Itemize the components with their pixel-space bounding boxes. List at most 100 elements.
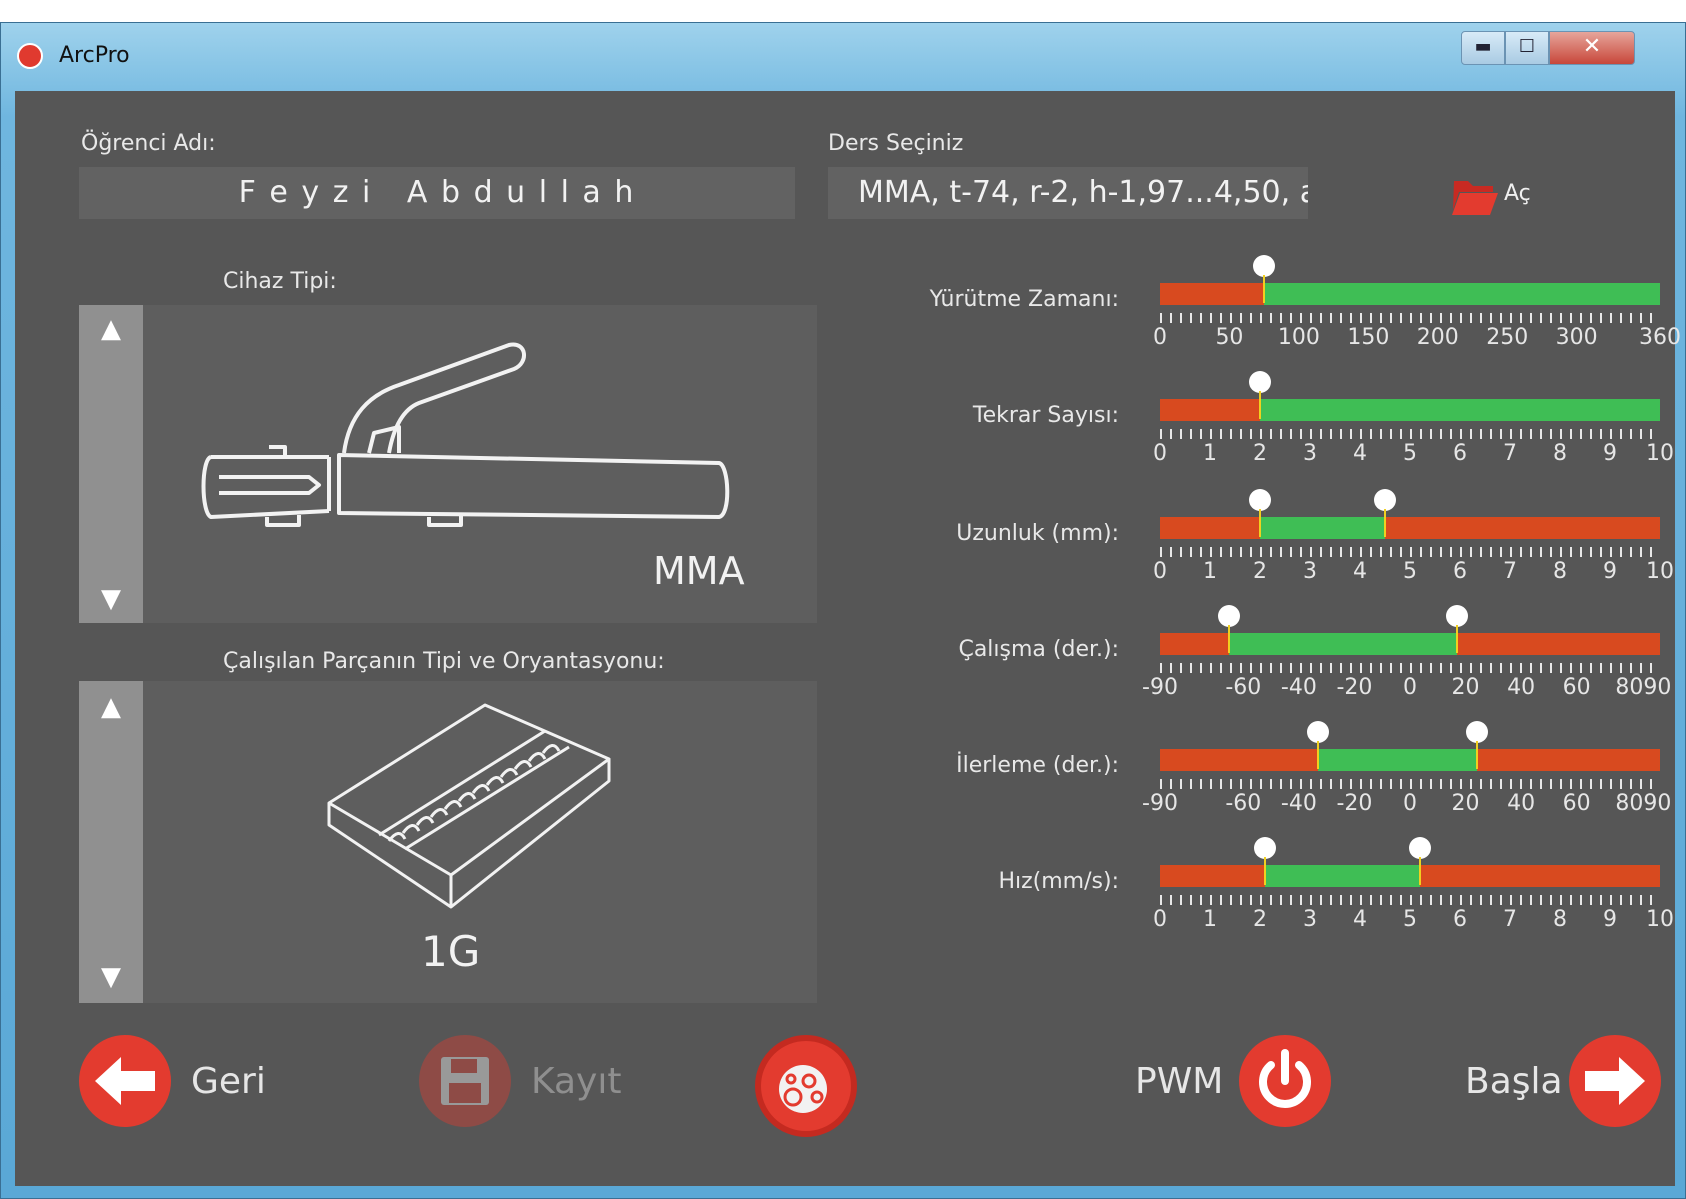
slider-track[interactable] (1160, 489, 1660, 539)
tick-label: 3 (1303, 907, 1317, 932)
tick-label: 5 (1403, 907, 1417, 932)
settings-icon (779, 1065, 827, 1113)
tick-label: 2 (1253, 441, 1267, 466)
tick-label: 100 (1277, 325, 1320, 350)
start-button[interactable]: Başla (1465, 1035, 1665, 1135)
tick-label: 20 (1451, 791, 1480, 816)
tick-label: 200 (1416, 325, 1459, 350)
slider-thumb-low[interactable] (1254, 837, 1276, 885)
client-area: Öğrenci Adı: F e y z i A b d u l l a h D… (15, 91, 1681, 1186)
slider-row: Uzunluk (mm): 0 1 2 3 4 5 6 7 8 9 10 (15, 489, 1675, 605)
tick-label: 5 (1403, 441, 1417, 466)
tick-label: 60 (1562, 791, 1591, 816)
start-label: Başla (1465, 1061, 1563, 1102)
tick-label: 20 (1451, 675, 1480, 700)
tick-label: 40 (1507, 791, 1536, 816)
tick-label: 6 (1453, 559, 1467, 584)
student-name-label: Öğrenci Adı: (81, 131, 216, 156)
slider-thumb-high[interactable] (1409, 837, 1431, 885)
tick-label: 10 (1646, 441, 1674, 466)
maximize-button[interactable]: ☐ (1505, 31, 1549, 65)
forward-arrow-icon (1569, 1035, 1661, 1127)
slider-thumb-high[interactable] (1446, 605, 1469, 653)
pwm-label: PWM (1135, 1061, 1224, 1102)
tick-label: 360 (1639, 325, 1681, 350)
tick-label: 7 (1503, 559, 1517, 584)
tick-label: 6 (1453, 441, 1467, 466)
tick-label: 7 (1503, 907, 1517, 932)
slider-label: Çalışma (der.): (958, 637, 1119, 662)
pwm-button[interactable]: PWM (1127, 1035, 1347, 1135)
slider-label: İlerleme (der.): (956, 753, 1119, 778)
folder-open-icon (1452, 181, 1498, 215)
tick-label: 300 (1555, 325, 1598, 350)
slider-ticks (1160, 429, 1660, 439)
tick-label: 8090 (1615, 791, 1672, 816)
tick-label: 9 (1603, 559, 1617, 584)
tick-label: 2 (1253, 559, 1267, 584)
slider-track[interactable] (1160, 255, 1660, 305)
title-bar[interactable]: ArcPro ▬ ☐ ✕ (1, 23, 1685, 89)
slider-track[interactable] (1160, 721, 1660, 771)
slider-thumb-high[interactable] (1374, 489, 1396, 537)
tick-label: 250 (1486, 325, 1529, 350)
tick-label: -60 (1225, 675, 1262, 700)
student-name-field[interactable]: F e y z i A b d u l l a h (79, 167, 795, 219)
slider-thumb-low[interactable] (1249, 489, 1271, 537)
tick-label: 1 (1203, 559, 1217, 584)
slider-ticks (1160, 547, 1660, 557)
open-button[interactable]: Aç (1450, 173, 1560, 217)
save-label: Kayıt (531, 1061, 622, 1102)
save-button[interactable]: Kayıt (419, 1035, 622, 1135)
tick-label: 8 (1553, 559, 1567, 584)
slider-row: Yürütme Zamanı: 0 50 100 150 200 250 300 360 (15, 255, 1681, 371)
tick-label: 1 (1203, 907, 1217, 932)
slider-ticks (1160, 663, 1660, 673)
tick-label: 2 (1253, 907, 1267, 932)
tick-label: -90 (1142, 791, 1178, 816)
minimize-button[interactable]: ▬ (1461, 31, 1505, 65)
app-window: ArcPro ▬ ☐ ✕ Öğrenci Adı: F e y z i A b … (0, 22, 1686, 1199)
tick-label: 0 (1403, 675, 1417, 700)
app-icon (17, 43, 43, 69)
slider-thumb-low[interactable] (1253, 255, 1276, 303)
open-label: Aç (1504, 181, 1531, 206)
settings-button[interactable] (755, 1035, 857, 1137)
slider-range (1229, 633, 1458, 655)
slider-label: Hız(mm/s): (998, 869, 1119, 894)
slider-label: Uzunluk (mm): (956, 521, 1119, 546)
slider-thumb-low[interactable] (1307, 721, 1330, 769)
tick-label: 0 (1153, 559, 1167, 584)
slider-range (1318, 749, 1477, 771)
tick-label: 0 (1403, 791, 1417, 816)
slider-ticks (1160, 313, 1660, 323)
save-icon (419, 1035, 511, 1127)
slider-track[interactable] (1160, 605, 1660, 655)
slider-label: Tekrar Sayısı: (972, 403, 1119, 428)
window-title: ArcPro (59, 43, 130, 68)
tick-label: 4 (1353, 559, 1367, 584)
down-arrow-icon[interactable]: ▼ (79, 957, 143, 997)
slider-ticks (1160, 779, 1660, 789)
tick-label: 9 (1603, 907, 1617, 932)
slider-row: İlerleme (der.): -90 -60 -40 -20 0 20 40 60 8090 (15, 721, 1675, 837)
tick-label: 60 (1562, 675, 1591, 700)
slider-range (1260, 399, 1660, 421)
slider-thumb-low[interactable] (1249, 371, 1271, 419)
tick-label: -90 (1142, 675, 1178, 700)
back-button[interactable]: Geri (79, 1035, 279, 1135)
tick-label: 9 (1603, 441, 1617, 466)
tick-label: 10 (1646, 559, 1674, 584)
tick-label: 4 (1353, 907, 1367, 932)
close-button[interactable]: ✕ (1549, 31, 1635, 65)
slider-thumb-low[interactable] (1218, 605, 1241, 653)
lesson-select-field[interactable]: MMA, t-74, r-2, h-1,97...4,50, a- (828, 167, 1308, 219)
slider-track[interactable] (1160, 837, 1660, 887)
slider-row: Hız(mm/s): 0 1 2 3 4 5 6 7 8 9 10 (15, 837, 1675, 953)
slider-thumb-high[interactable] (1465, 721, 1488, 769)
tick-label: 0 (1153, 907, 1167, 932)
power-icon (1239, 1035, 1331, 1127)
tick-label: 150 (1347, 325, 1390, 350)
slider-track[interactable] (1160, 371, 1660, 421)
tick-label: -20 (1336, 675, 1373, 700)
